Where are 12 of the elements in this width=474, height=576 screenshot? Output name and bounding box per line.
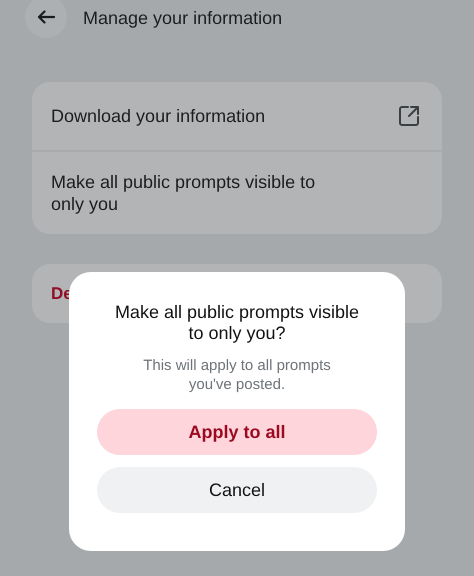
dialog-title: Make all public prompts visible to only you? <box>114 302 360 344</box>
dialog-message: This will apply to all prompts you've posted. <box>142 356 332 394</box>
page-title: Manage your information <box>83 8 282 28</box>
apply-button[interactable]: Apply to all <box>97 409 377 455</box>
cancel-button[interactable]: Cancel <box>97 467 377 513</box>
settings-item[interactable]: Make all public prompts visible to only you <box>32 152 442 234</box>
settings-item-label: Download your information <box>51 105 266 127</box>
back-button[interactable] <box>25 0 67 38</box>
external-link-icon <box>398 105 420 127</box>
back-arrow-icon <box>37 10 55 24</box>
settings-item[interactable]: Download your information <box>32 82 442 150</box>
settings-item-label: Make all public prompts visible to only you <box>51 171 316 215</box>
